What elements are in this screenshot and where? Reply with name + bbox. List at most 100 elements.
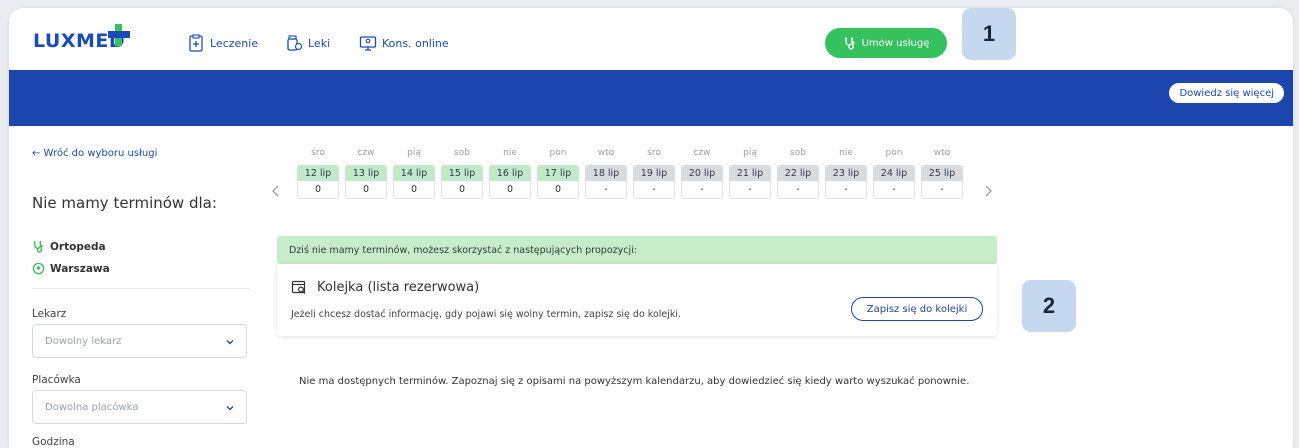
- day-date-label: 21 lip: [729, 165, 771, 181]
- calendar-search-icon: [291, 280, 306, 294]
- day-of-week-label: pon: [549, 148, 567, 158]
- calendar-day[interactable]: czw 20 lip -: [681, 148, 723, 199]
- doctor-select[interactable]: Dowolny lekarz: [32, 324, 247, 358]
- city-value: Warszawa: [50, 262, 110, 275]
- day-date-label: 23 lip: [825, 165, 867, 181]
- day-of-week-label: sob: [790, 148, 806, 158]
- join-waiting-list-button[interactable]: Zapisz się do kolejki: [851, 297, 983, 321]
- facility-label: Placówka: [32, 374, 81, 386]
- calendar-day[interactable]: pon 17 lip 0: [537, 148, 579, 199]
- day-of-week-label: pią: [407, 148, 421, 158]
- doctor-label: Lekarz: [32, 308, 67, 320]
- annotation-badge-1: 1: [962, 8, 1016, 60]
- day-date-label: 25 lip: [921, 165, 963, 181]
- no-appointments-heading: Nie mamy terminów dla:: [32, 194, 217, 212]
- day-of-week-label: sob: [454, 148, 470, 158]
- sidebar-divider: [32, 288, 250, 289]
- waiting-list-description: Jeżeli chcesz dostać informację, gdy poj…: [291, 309, 682, 320]
- day-of-week-label: śro: [311, 148, 325, 158]
- nav-leki-label: Leki: [308, 36, 331, 50]
- day-slot-count: -: [873, 181, 915, 199]
- day-slot-count: 0: [441, 181, 483, 199]
- nav-leczenie[interactable]: Leczenie: [187, 34, 258, 52]
- calendar-day[interactable]: nie 16 lip 0: [489, 148, 531, 199]
- day-slot-count: -: [681, 181, 723, 199]
- location-pin-icon: [32, 262, 45, 275]
- calendar-day[interactable]: sob 22 lip -: [777, 148, 819, 199]
- day-date-label: 24 lip: [873, 165, 915, 181]
- day-date-label: 13 lip: [345, 165, 387, 181]
- nav-kons-online-label: Kons. online: [382, 36, 449, 50]
- calendar-day[interactable]: sob 15 lip 0: [441, 148, 483, 199]
- clipboard-icon: [189, 34, 203, 52]
- day-date-label: 20 lip: [681, 165, 723, 181]
- book-service-button[interactable]: Umów usługę: [825, 28, 947, 58]
- specialty-row: Ortopeda: [32, 240, 106, 253]
- stethoscope-icon: [844, 37, 855, 50]
- day-of-week-label: wto: [933, 148, 951, 158]
- day-slot-count: 0: [489, 181, 531, 199]
- nav-kons-online[interactable]: Kons. online: [359, 34, 449, 52]
- annotation-badge-2: 2: [1022, 280, 1076, 332]
- day-slot-count: -: [825, 181, 867, 199]
- day-date-label: 16 lip: [489, 165, 531, 181]
- day-date-label: 15 lip: [441, 165, 483, 181]
- specialty-value: Ortopeda: [50, 240, 106, 253]
- monitor-icon: [359, 36, 377, 51]
- day-slot-count: -: [729, 181, 771, 199]
- nav-leki[interactable]: Leki: [285, 34, 330, 52]
- facility-select[interactable]: Dowolna placówka: [32, 390, 247, 424]
- chevron-down-icon: [226, 406, 234, 411]
- day-of-week-label: śro: [647, 148, 661, 158]
- calendar-day[interactable]: śro 12 lip 0: [297, 148, 339, 199]
- day-of-week-label: nie: [503, 148, 517, 158]
- calendar-day[interactable]: nie 23 lip -: [825, 148, 867, 199]
- day-slot-count: 0: [345, 181, 387, 199]
- promo-banner: Dowiedz się więcej: [9, 70, 1293, 126]
- day-slot-count: 0: [537, 181, 579, 199]
- book-service-label: Umów usługę: [861, 37, 930, 49]
- day-date-label: 18 lip: [585, 165, 627, 181]
- day-slot-count: -: [633, 181, 675, 199]
- day-date-label: 19 lip: [633, 165, 675, 181]
- back-to-service-link[interactable]: ← Wróć do wyboru usługi: [32, 148, 157, 159]
- day-of-week-label: czw: [357, 148, 375, 158]
- day-slot-count: 0: [393, 181, 435, 199]
- time-label: Godzina: [32, 436, 75, 448]
- day-slot-count: 0: [297, 181, 339, 199]
- facility-select-value: Dowolna placówka: [45, 401, 139, 413]
- calendar-prev-arrow-icon[interactable]: [269, 184, 283, 198]
- pills-icon: [287, 35, 303, 51]
- top-nav-bar: LUXMED Leczenie Leki Kons. online Umów u…: [9, 8, 1293, 70]
- no-appointments-note: Nie ma dostępnych terminów. Zapoznaj się…: [299, 376, 970, 387]
- waiting-list-card: Kolejka (lista rezerwowa) Jeżeli chcesz …: [277, 264, 997, 336]
- waiting-list-title-row: Kolejka (lista rezerwowa): [291, 279, 479, 295]
- day-slot-count: -: [921, 181, 963, 199]
- calendar-day[interactable]: pon 24 lip -: [873, 148, 915, 199]
- day-of-week-label: pią: [743, 148, 757, 158]
- city-row: Warszawa: [32, 262, 110, 275]
- calendar-next-arrow-icon[interactable]: [981, 184, 995, 198]
- calendar-day[interactable]: śro 19 lip -: [633, 148, 675, 199]
- day-of-week-label: nie: [839, 148, 853, 158]
- stethoscope-icon: [34, 240, 43, 253]
- filter-sidebar: ← Wróć do wyboru usługi Nie mamy terminó…: [9, 126, 259, 448]
- nav-leczenie-label: Leczenie: [210, 36, 259, 50]
- calendar-day[interactable]: wto 25 lip -: [921, 148, 963, 199]
- no-appointments-info-bar: Dziś nie mamy terminów, możesz skorzysta…: [277, 236, 997, 264]
- day-of-week-label: pon: [885, 148, 903, 158]
- day-of-week-label: czw: [693, 148, 711, 158]
- calendar-day[interactable]: wto 18 lip -: [585, 148, 627, 199]
- chevron-down-icon: [226, 340, 234, 345]
- doctor-select-value: Dowolny lekarz: [45, 335, 122, 347]
- day-date-label: 17 lip: [537, 165, 579, 181]
- logo-cross-icon: [108, 24, 130, 46]
- calendar-day[interactable]: pią 21 lip -: [729, 148, 771, 199]
- calendar-day[interactable]: pią 14 lip 0: [393, 148, 435, 199]
- learn-more-button[interactable]: Dowiedz się więcej: [1168, 82, 1285, 104]
- app-window: LUXMED Leczenie Leki Kons. online Umów u…: [9, 8, 1293, 448]
- day-slot-count: -: [777, 181, 819, 199]
- day-slot-count: -: [585, 181, 627, 199]
- calendar-day[interactable]: czw 13 lip 0: [345, 148, 387, 199]
- day-of-week-label: wto: [597, 148, 615, 158]
